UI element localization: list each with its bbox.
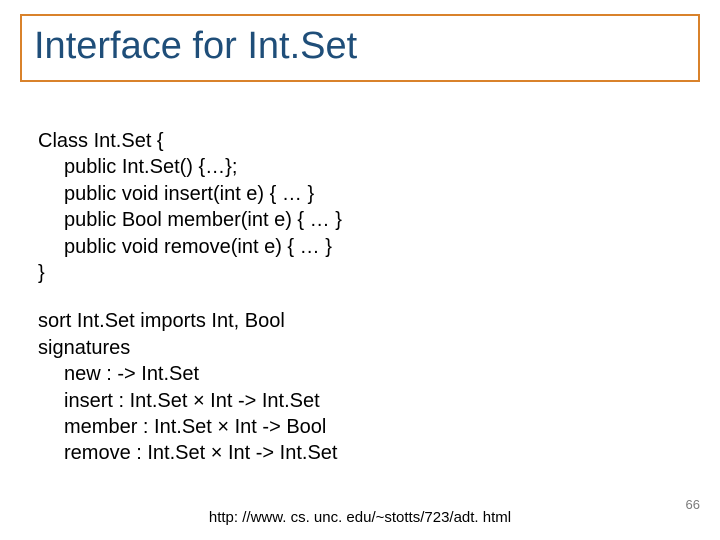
class-def-block: Class Int.Set { public Int.Set() {…}; pu… [38,128,660,286]
code-line: new : -> Int.Set [38,361,660,387]
slide: Interface for Int.Set Class Int.Set { pu… [0,0,720,540]
code-line: } [38,260,660,286]
code-line: member : Int.Set × Int -> Bool [38,414,660,440]
code-line: sort Int.Set imports Int, Bool [38,308,660,334]
code-line: Class Int.Set { [38,128,660,154]
code-line: public Bool member(int e) { … } [38,207,660,233]
body-content: Class Int.Set { public Int.Set() {…}; pu… [38,128,660,467]
page-number: 66 [686,497,700,512]
signature-block: sort Int.Set imports Int, Bool signature… [38,308,660,466]
slide-title: Interface for Int.Set [34,26,686,68]
code-line: insert : Int.Set × Int -> Int.Set [38,388,660,414]
title-box: Interface for Int.Set [20,14,700,82]
code-line: public void remove(int e) { … } [38,234,660,260]
code-line: public Int.Set() {…}; [38,154,660,180]
code-line: public void insert(int e) { … } [38,181,660,207]
footer-url: http: //www. cs. unc. edu/~stotts/723/ad… [0,509,720,526]
code-line: signatures [38,335,660,361]
code-line: remove : Int.Set × Int -> Int.Set [38,440,660,466]
